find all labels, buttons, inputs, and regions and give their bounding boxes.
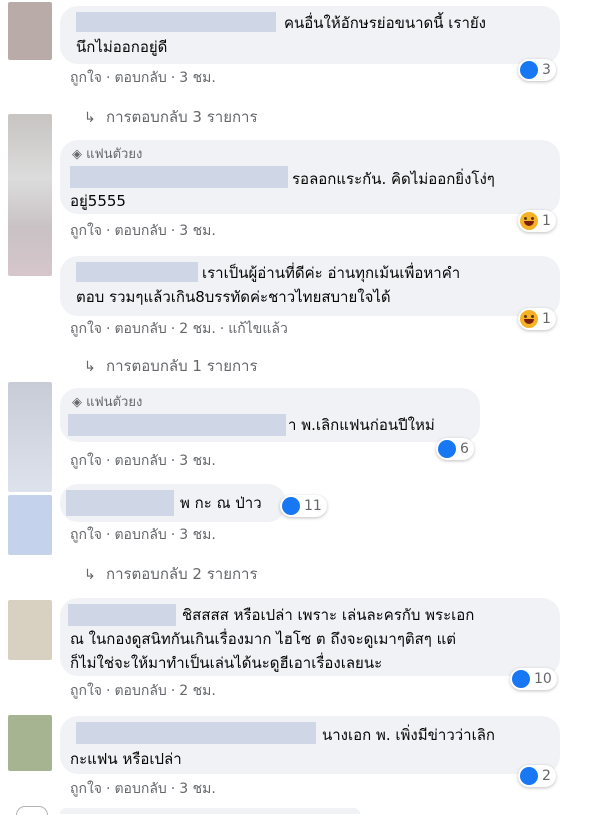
comment-actions: ถูกใจ · ตอบกลับ · 3 ชม.	[70, 781, 216, 797]
avatar[interactable]	[8, 2, 52, 60]
reply-link[interactable]: ตอบกลับ	[114, 527, 166, 543]
reply-arrow-icon: ↳	[84, 359, 96, 375]
like-link[interactable]: ถูกใจ	[70, 453, 102, 469]
reply-link[interactable]: ตอบกลับ	[114, 683, 166, 699]
redacted-name	[68, 414, 286, 436]
comment-text: ณ ในกองดูสนิทกันเกินเรื่องมาก ไฮโซ ต ถึง…	[70, 630, 457, 648]
reaction-number: 10	[534, 671, 552, 687]
reply-link[interactable]: ตอบกลับ	[114, 781, 166, 797]
view-replies-label: การตอบกลับ 3 รายการ	[106, 108, 258, 126]
reaction-count[interactable]: 1	[518, 308, 556, 330]
reaction-number: 11	[304, 498, 322, 514]
comment-text: ก็ไม่ใช่จะให้มาทำเป็นเล่นได้นะดูฮีเอาเรื…	[70, 654, 383, 672]
comment-text: นางเอก พ. เพิ่งมีข่าวว่าเลิก	[322, 726, 495, 744]
view-replies-link[interactable]: ↳ การตอบกลับ 3 รายการ	[84, 107, 258, 128]
reaction-count[interactable]: 2	[518, 765, 556, 787]
like-icon	[512, 670, 530, 688]
timestamp[interactable]: 3 ชม.	[179, 453, 216, 469]
edited-label[interactable]: แก้ไขแล้ว	[228, 321, 288, 337]
redacted-name	[76, 262, 198, 282]
like-link[interactable]: ถูกใจ	[70, 223, 102, 239]
reaction-count[interactable]: 3	[518, 59, 556, 81]
fan-badge: ◈ แฟนตัวยง	[72, 147, 143, 162]
avatar[interactable]	[8, 600, 52, 660]
reaction-count[interactable]: 11	[280, 495, 327, 517]
redacted-name	[70, 166, 288, 188]
avatar[interactable]	[8, 382, 52, 492]
like-icon	[282, 497, 300, 515]
avatar[interactable]	[8, 114, 52, 276]
haha-icon	[520, 212, 538, 230]
comment-text: พ กะ ณ ป่าว	[180, 494, 262, 512]
like-link[interactable]: ถูกใจ	[70, 70, 102, 86]
comment-text: ชิสสสส หรือเปล่า เพราะ เล่นละครกับ พระเอ…	[182, 606, 475, 624]
like-icon	[520, 767, 538, 785]
timestamp[interactable]: 2 ชม.	[179, 321, 216, 337]
comment-text: เราเป็นผู้อ่านที่ดีค่ะ อ่านทุกเม้นเพื่อห…	[202, 264, 461, 282]
reaction-count[interactable]: 10	[510, 668, 557, 690]
timestamp[interactable]: 3 ชม.	[179, 781, 216, 797]
redacted-name	[76, 12, 276, 32]
reply-arrow-icon: ↳	[84, 110, 96, 126]
comment-actions: ถูกใจ · ตอบกลับ · 3 ชม.	[70, 453, 216, 469]
view-replies-link[interactable]: ↳ การตอบกลับ 1 รายการ	[84, 356, 258, 377]
diamond-icon: ◈	[72, 147, 82, 162]
like-icon	[520, 61, 538, 79]
view-replies-link[interactable]: ↳ การตอบกลับ 2 รายการ	[84, 564, 258, 585]
timestamp[interactable]: 3 ชม.	[179, 527, 216, 543]
avatar[interactable]	[8, 715, 52, 771]
view-replies-label: การตอบกลับ 1 รายการ	[106, 357, 258, 375]
timestamp[interactable]: 3 ชม.	[179, 70, 216, 86]
comment-text: อยู่5555	[70, 192, 126, 210]
reply-link[interactable]: ตอบกลับ	[114, 70, 166, 86]
reaction-number: 2	[542, 768, 551, 784]
reply-link[interactable]: ตอบกลับ	[114, 223, 166, 239]
comment-actions: ถูกใจ · ตอบกลับ · 2 ชม.	[70, 683, 216, 699]
comment-text: า พ.เลิกแฟนก่อนปีใหม่	[288, 416, 435, 434]
comment-text: นึกไม่ออกอยู่ดี	[76, 38, 168, 56]
comment-actions: ถูกใจ · ตอบกลับ · 2 ชม. · แก้ไขแล้ว	[70, 321, 288, 337]
reaction-count[interactable]: 6	[436, 438, 474, 460]
redacted-name	[76, 722, 316, 744]
timestamp[interactable]: 3 ชม.	[179, 223, 216, 239]
next-comment-partial	[60, 808, 360, 814]
like-link[interactable]: ถูกใจ	[70, 683, 102, 699]
comment-actions: ถูกใจ · ตอบกลับ · 3 ชม.	[70, 527, 216, 543]
reaction-count[interactable]: 1	[518, 210, 556, 232]
reaction-number: 3	[542, 62, 551, 78]
comment-actions: ถูกใจ · ตอบกลับ · 3 ชม.	[70, 70, 216, 86]
reply-arrow-icon: ↳	[84, 567, 96, 583]
timestamp[interactable]: 2 ชม.	[179, 683, 216, 699]
reply-link[interactable]: ตอบกลับ	[114, 321, 166, 337]
like-icon	[438, 440, 456, 458]
like-link[interactable]: ถูกใจ	[70, 781, 102, 797]
avatar[interactable]	[8, 495, 52, 555]
redacted-name	[66, 490, 174, 516]
like-link[interactable]: ถูกใจ	[70, 321, 102, 337]
comment-actions: ถูกใจ · ตอบกลับ · 3 ชม.	[70, 223, 216, 239]
comment-text: กะแฟน หรือเปล่า	[70, 750, 182, 768]
reaction-number: 1	[542, 311, 551, 327]
reaction-number: 6	[460, 441, 469, 457]
like-link[interactable]: ถูกใจ	[70, 527, 102, 543]
haha-icon	[520, 310, 538, 328]
redacted-name	[68, 604, 176, 626]
reaction-number: 1	[542, 213, 551, 229]
comment-text: ตอบ รวมๆแล้วเกิน8บรรทัดค่ะชาวไทยสบายใจได…	[76, 288, 391, 306]
comment-text: คนอื่นให้อักษรย่อขนาดนี้ เรายัง	[284, 14, 487, 32]
view-replies-label: การตอบกลับ 2 รายการ	[106, 565, 258, 583]
reply-link[interactable]: ตอบกลับ	[114, 453, 166, 469]
comment-text: รอลอกแระกัน. คิดไม่ออกยิ่งโง่ๆ	[292, 170, 495, 188]
fan-badge: ◈ แฟนตัวยง	[72, 395, 143, 410]
diamond-icon: ◈	[72, 395, 82, 410]
